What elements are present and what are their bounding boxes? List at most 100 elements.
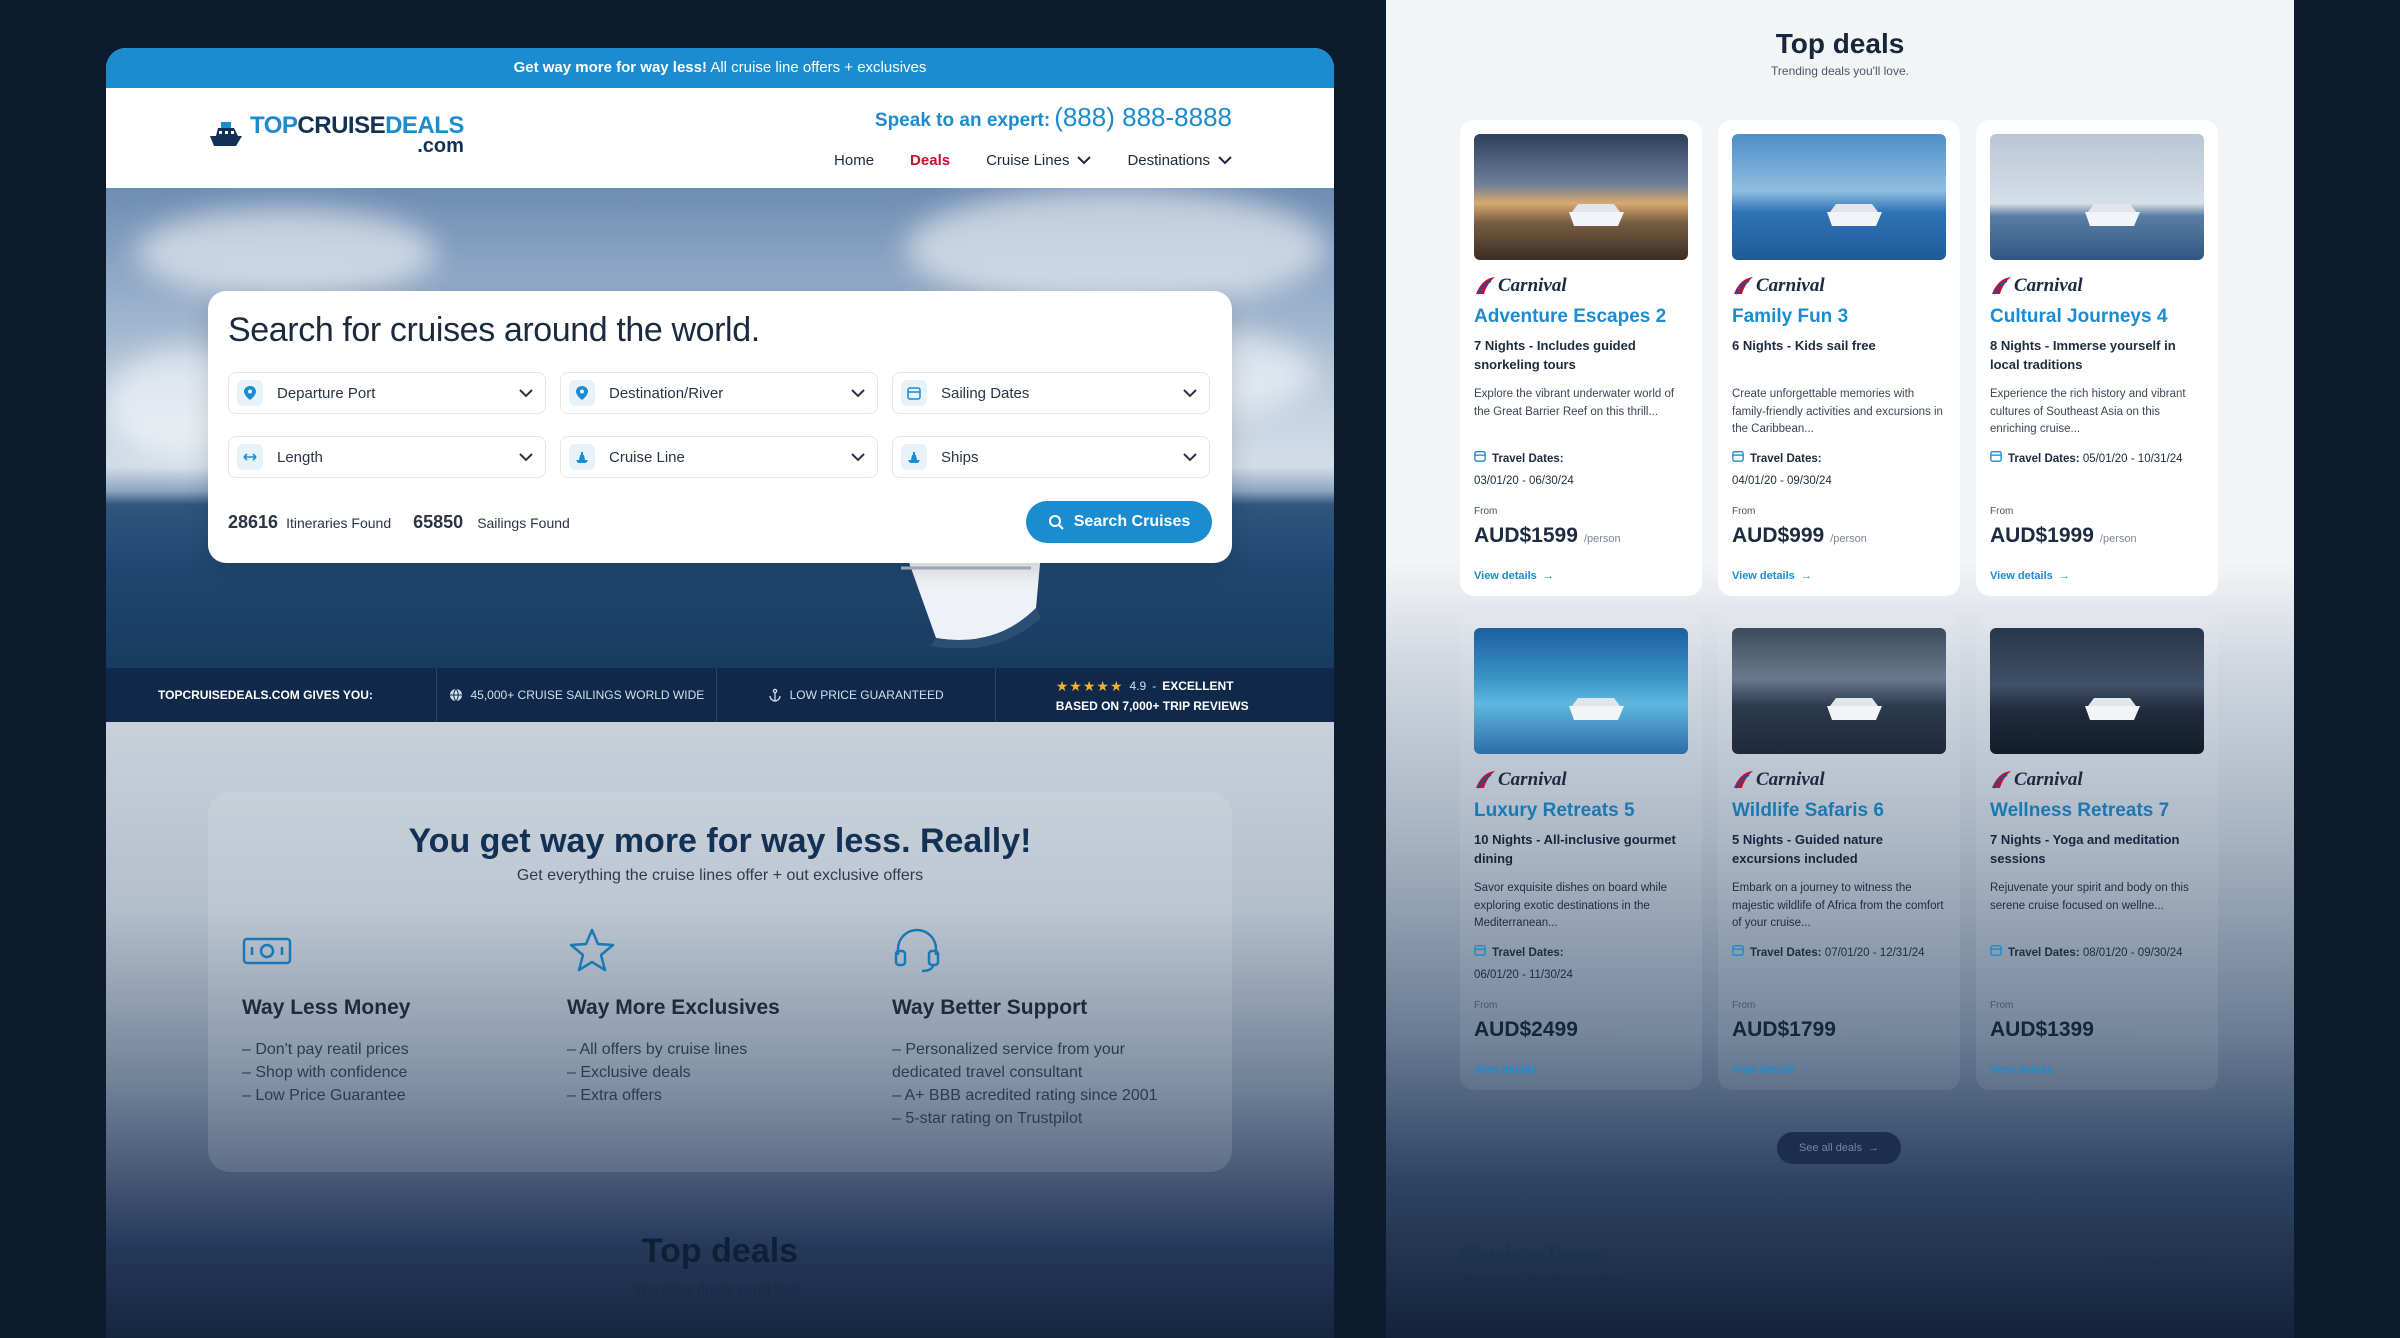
deal-title[interactable]: Cultural Journeys 4 (1990, 306, 2204, 328)
nav-home[interactable]: Home (834, 152, 874, 169)
view-details-label: View details (1732, 570, 1795, 582)
trust-low-price-label: LOW PRICE GUARANTEED (789, 688, 944, 702)
logo-cruise: CRUISE (297, 112, 386, 139)
itineraries-label: Itineraries Found (286, 514, 392, 531)
nav-deals[interactable]: Deals (910, 152, 950, 169)
deal-photo[interactable] (1474, 134, 1688, 260)
view-details-link[interactable]: View details → (1474, 570, 1554, 582)
benefit-item: – Shop with confidence (242, 1064, 408, 1081)
carnival-funnel-icon (1734, 771, 1753, 789)
deal-title[interactable]: Family Fun 3 (1732, 306, 1946, 328)
per-person-label: /person (1583, 533, 1621, 545)
carnival-logo: Carnival (1732, 768, 1946, 792)
ships-select[interactable]: Ships (892, 436, 1210, 478)
deal-photo[interactable] (1732, 628, 1946, 754)
view-details-link[interactable]: View details → (1990, 570, 2070, 582)
location-pin-icon (237, 380, 263, 406)
carnival-funnel-icon (1992, 771, 2011, 789)
see-all-cruise-lines-link[interactable]: See all cruise lines → (2107, 1258, 2220, 1270)
view-details-link[interactable]: View details → (1990, 1064, 2070, 1076)
deal-photo[interactable] (1474, 628, 1688, 754)
per-person-label: /person (1830, 533, 1867, 545)
view-details-link[interactable]: View details → (1732, 570, 1812, 582)
site-logo[interactable]: TOPCRUISEDEALS .com (206, 114, 464, 156)
deal-title[interactable]: Wellness Retreats 7 (1990, 800, 2204, 822)
price-value: AUD$999 (1732, 524, 1825, 547)
ship-icon (569, 444, 595, 470)
deal-travel-dates: Travel Dates: 05/01/20 - 10/31/24 (1990, 448, 2204, 470)
deal-card[interactable]: Carnival Luxury Retreats 5 10 Nights - All… (1460, 614, 1702, 1090)
benefits-columns: Way Less Money – Don't pay reatil prices… (208, 927, 1232, 1130)
see-all-deals-button[interactable]: See all deals → (1777, 1132, 1901, 1164)
benefits-card: You get way more for way less. Really! G… (208, 792, 1232, 1172)
promo-banner[interactable]: Get way more for way less! All cruise li… (106, 48, 1334, 88)
deal-travel-dates: Travel Dates: 04/01/20 - 09/30/24 (1732, 448, 1946, 492)
arrow-right-icon: → (1797, 570, 1812, 582)
travel-dates-label: Travel Dates: (2008, 947, 2080, 959)
carnival-wordmark: Carnival (2014, 275, 2083, 296)
deal-photo[interactable] (1990, 628, 2204, 754)
nav-cruise-lines-label: Cruise Lines (986, 152, 1070, 169)
arrow-right-icon: → (1539, 1064, 1554, 1076)
view-details-link[interactable]: View details → (1474, 1064, 1554, 1076)
deal-card[interactable]: Carnival Cultural Journeys 4 8 Nights - Im… (1976, 120, 2218, 596)
expert-phone[interactable]: Speak to an expert: (888) 888-8888 (875, 102, 1232, 133)
travel-dates-value: 04/01/20 - 09/30/24 (1732, 475, 1832, 487)
deal-card[interactable]: Carnival Adventure Escapes 2 7 Nights - In… (1460, 120, 1702, 596)
star-icon (569, 928, 615, 972)
deal-travel-dates: Travel Dates: 03/01/20 - 06/30/24 (1474, 448, 1688, 492)
deal-travel-dates: Travel Dates: 06/01/20 - 11/30/24 (1474, 942, 1688, 986)
ship-image (1569, 698, 1624, 720)
travel-dates-value: 08/01/20 - 09/30/24 (2082, 947, 2183, 959)
phone-number[interactable]: (888) 888-8888 (1054, 102, 1232, 132)
carnival-wordmark: Carnival (1498, 275, 1567, 296)
departure-port-select[interactable]: Departure Port (228, 372, 546, 414)
chevron-down-icon (1183, 388, 1197, 397)
deal-card[interactable]: Carnival Wellness Retreats 7 7 Nights - Yo… (1976, 614, 2218, 1090)
deal-description: Embark on a journey to witness the majes… (1732, 882, 1944, 929)
chevron-down-icon (1183, 452, 1197, 461)
deal-card[interactable]: Carnival Family Fun 3 6 Nights - Kids sail… (1718, 120, 1960, 596)
deal-subtitle: 8 Nights - Immerse yourself in local tra… (1990, 338, 2176, 372)
deal-title[interactable]: Luxury Retreats 5 (1474, 800, 1688, 822)
sailing-dates-select[interactable]: Sailing Dates (892, 372, 1210, 414)
carnival-wordmark: Carnival (2014, 769, 2083, 790)
travel-dates-label: Travel Dates: (1492, 453, 1564, 465)
sailings-label: Sailings Found (477, 514, 570, 531)
deal-subtitle: 5 Nights - Guided nature excursions incl… (1732, 832, 1883, 866)
deal-travel-dates: Travel Dates: 08/01/20 - 09/30/24 (1990, 942, 2204, 964)
trust-sailings: 45,000+ CRUISE SAILINGS WORLD WIDE (437, 668, 717, 722)
deal-price: AUD$1599/person (1474, 524, 1621, 548)
price-value: AUD$1399 (1990, 1018, 2094, 1041)
travel-dates-label: Travel Dates: (1750, 947, 1822, 959)
deal-price: AUD$2499/person (1474, 1018, 1621, 1042)
travel-dates-value: 06/01/20 - 11/30/24 (1474, 969, 1573, 981)
deal-title[interactable]: Adventure Escapes 2 (1474, 306, 1688, 328)
arrow-right-icon: → (2055, 1064, 2070, 1076)
deal-card[interactable]: Carnival Wildlife Safaris 6 5 Nights - Gui… (1718, 614, 1960, 1090)
top-deals-title: Top deals (1775, 28, 1905, 59)
view-details-link[interactable]: View details → (1732, 1064, 1812, 1076)
chevron-down-icon (851, 452, 865, 461)
search-cruises-button[interactable]: Search Cruises (1026, 501, 1212, 543)
expert-label: Speak to an expert: (874, 110, 1051, 131)
carnival-funnel-icon (1992, 277, 2011, 295)
calendar-icon (1474, 945, 1486, 956)
deal-photo[interactable] (1732, 134, 1946, 260)
benefits-title: You get way more for way less. Really! (408, 822, 1032, 860)
arrows-horizontal-icon (237, 444, 263, 470)
nav-cruise-lines[interactable]: Cruise Lines (986, 152, 1092, 169)
nav-destinations[interactable]: Destinations (1127, 152, 1232, 169)
length-select[interactable]: Length (228, 436, 546, 478)
trust-bar: TOPCRUISEDEALS.COM GIVES YOU: 45,000+ CR… (106, 668, 1334, 722)
deal-price: AUD$1799/person (1732, 1018, 1879, 1042)
deal-title[interactable]: Wildlife Safaris 6 (1732, 800, 1946, 822)
destination-select[interactable]: Destination/River (560, 372, 878, 414)
deal-photo[interactable] (1990, 134, 2204, 260)
benefit-item: – All offers by cruise lines (567, 1041, 748, 1058)
from-label: From (1474, 1000, 1498, 1011)
per-person-label: /person (1841, 1027, 1879, 1039)
cruise-line-select[interactable]: Cruise Line (560, 436, 878, 478)
carnival-funnel-icon (1476, 277, 1495, 295)
cruise-line-label: Cruise Line (609, 448, 685, 466)
